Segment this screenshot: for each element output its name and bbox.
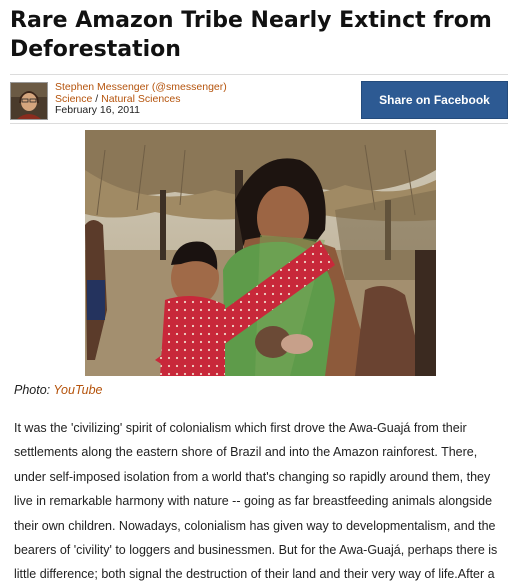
photo-caption-prefix: Photo: <box>14 383 51 397</box>
article-photo <box>85 130 436 376</box>
category-link[interactable]: Science <box>55 93 92 105</box>
article-title: Rare Amazon Tribe Nearly Extinct from De… <box>10 8 492 62</box>
author-avatar[interactable] <box>10 82 48 120</box>
article-body: It was the 'civilizing' spirit of coloni… <box>14 421 498 582</box>
author-link[interactable]: Stephen Messenger (@smessenger) <box>55 81 227 93</box>
publish-date: February 16, 2011 <box>55 104 141 116</box>
photo-credit-link[interactable]: YouTube <box>53 383 102 397</box>
subcategory-link[interactable]: Natural Sciences <box>101 93 180 105</box>
share-facebook-button[interactable]: Share on Facebook <box>361 81 508 119</box>
title-divider <box>10 74 508 75</box>
author-avatar-image <box>11 83 47 119</box>
photo-caption: Photo: YouTube <box>14 383 103 397</box>
byline-divider <box>10 123 508 124</box>
byline: Stephen Messenger (@smessenger) Science … <box>55 81 227 117</box>
category-separator: / <box>95 92 99 105</box>
article-photo-image <box>85 130 436 376</box>
